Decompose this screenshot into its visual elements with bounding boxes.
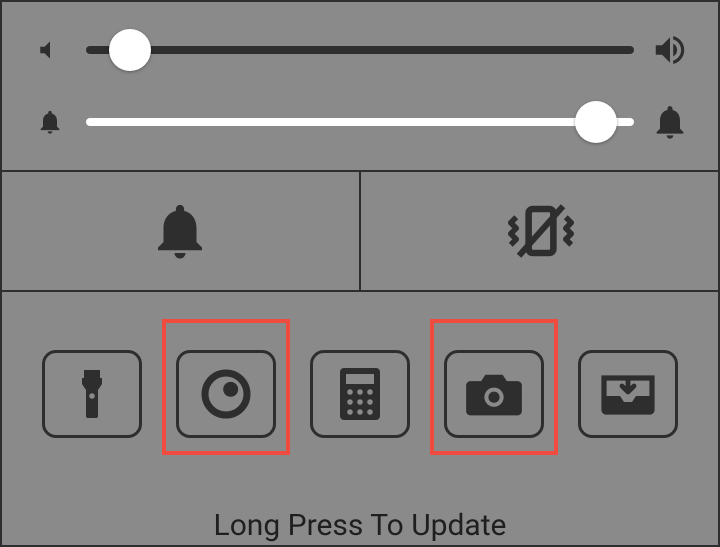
shortcuts-row	[0, 292, 720, 456]
sliders-section	[0, 0, 720, 172]
mode-buttons-row	[0, 172, 720, 292]
vibrate-mode-button[interactable]	[359, 172, 720, 290]
shortcut-timer	[174, 342, 278, 446]
flashlight-icon	[68, 365, 116, 423]
flashlight-button[interactable]	[42, 350, 142, 438]
notification-slider[interactable]	[86, 118, 634, 126]
notification-slider-thumb[interactable]	[575, 101, 617, 143]
volume-slider-thumb[interactable]	[109, 29, 151, 71]
ring-mode-button[interactable]	[0, 172, 359, 290]
timer-icon	[198, 366, 254, 422]
shortcut-camera	[442, 342, 546, 446]
volume-low-icon	[30, 30, 70, 70]
calculator-icon	[337, 366, 383, 422]
shortcut-downloads	[576, 342, 680, 446]
vibrate-off-icon	[502, 198, 580, 264]
bell-small-icon	[30, 102, 70, 142]
calculator-button[interactable]	[310, 350, 410, 438]
bell-large-icon	[650, 102, 690, 142]
volume-slider[interactable]	[86, 46, 634, 54]
notification-slider-row	[30, 92, 690, 152]
volume-slider-row	[30, 20, 690, 80]
shortcut-flashlight	[40, 342, 144, 446]
camera-button[interactable]	[444, 350, 544, 438]
camera-icon	[464, 370, 524, 418]
bell-icon	[147, 198, 213, 264]
footer-hint-text: Long Press To Update	[0, 508, 720, 543]
volume-high-icon	[650, 30, 690, 70]
shortcut-calculator	[308, 342, 412, 446]
downloads-button[interactable]	[578, 350, 678, 438]
timer-button[interactable]	[176, 350, 276, 438]
inbox-download-icon	[600, 371, 656, 417]
